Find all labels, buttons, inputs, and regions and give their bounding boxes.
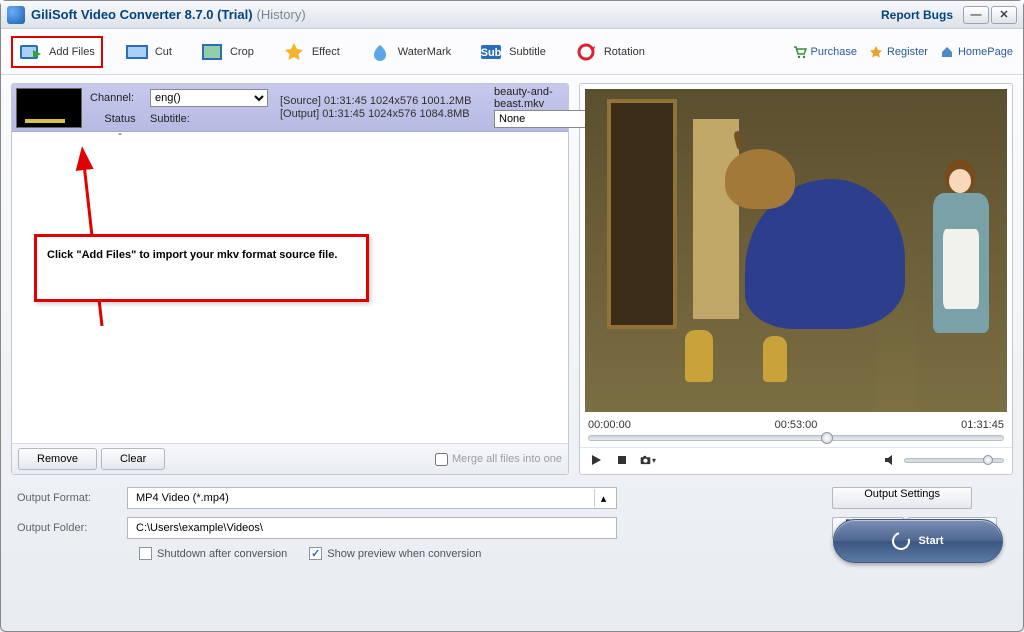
- seek-thumb[interactable]: [821, 432, 833, 444]
- output-folder-input[interactable]: C:\Users\example\Videos\: [127, 517, 617, 539]
- output-format-combo[interactable]: MP4 Video (*.mp4) ▴: [127, 487, 617, 509]
- output-folder-label: Output Folder:: [17, 522, 117, 534]
- time-start: 00:00:00: [588, 419, 631, 431]
- homepage-label: HomePage: [958, 46, 1013, 58]
- snapshot-button[interactable]: ▾: [640, 452, 656, 468]
- preview-checkbox[interactable]: ✓ Show preview when conversion: [309, 547, 481, 560]
- player-controls: ▾: [580, 447, 1012, 474]
- titlebar: GiliSoft Video Converter 8.7.0 (Trial) (…: [1, 1, 1023, 29]
- register-label: Register: [887, 46, 928, 58]
- time-mid: 00:53:00: [775, 419, 818, 431]
- shutdown-label: Shutdown after conversion: [157, 548, 287, 560]
- rotation-icon: [574, 42, 598, 62]
- subtitle-track-label: Subtitle:: [150, 113, 280, 125]
- callout-text: Click "Add Files" to import your mkv for…: [47, 249, 337, 261]
- effect-icon: [282, 42, 306, 62]
- stop-button[interactable]: [614, 452, 630, 468]
- add-files-label: Add Files: [49, 46, 95, 58]
- cut-label: Cut: [155, 46, 172, 58]
- merge-label: Merge all files into one: [452, 453, 562, 465]
- video-preview[interactable]: [585, 89, 1007, 412]
- timeline-labels: 00:00:00 00:53:00 01:31:45: [580, 417, 1012, 433]
- main-toolbar: Add Files Cut Crop Effect WaterMark Sub …: [1, 29, 1023, 75]
- preview-label: Show preview when conversion: [327, 548, 481, 560]
- source-detail: [Source] 01:31:45 1024x576 1001.2MB: [280, 95, 494, 107]
- file-list-bottombar: Remove Clear Merge all files into one: [12, 443, 568, 474]
- purchase-link[interactable]: Purchase: [793, 45, 857, 59]
- effect-label: Effect: [312, 46, 340, 58]
- merge-checkbox-input[interactable]: [435, 453, 448, 466]
- clear-button[interactable]: Clear: [101, 448, 165, 470]
- app-logo-icon: [7, 6, 25, 24]
- rotation-label: Rotation: [604, 46, 645, 58]
- preview-panel: 00:00:00 00:53:00 01:31:45 ▾: [579, 83, 1013, 475]
- chevron-up-icon[interactable]: ▴: [594, 489, 612, 507]
- channel-label: Channel:: [90, 92, 150, 104]
- mute-button[interactable]: [882, 452, 898, 468]
- video-thumbnail: [16, 88, 82, 128]
- output-detail: [Output] 01:31:45 1024x576 1084.8MB: [280, 108, 494, 120]
- file-row[interactable]: Channel: eng() beauty-and-beast.mkv Stat…: [12, 84, 568, 132]
- watermark-label: WaterMark: [398, 46, 451, 58]
- crop-button[interactable]: Crop: [194, 38, 260, 66]
- homepage-link[interactable]: HomePage: [940, 45, 1013, 59]
- subtitle-icon: Sub: [479, 42, 503, 62]
- merge-checkbox[interactable]: Merge all files into one: [435, 453, 562, 466]
- register-link[interactable]: Register: [869, 45, 928, 59]
- shutdown-checkbox[interactable]: Shutdown after conversion: [139, 547, 287, 560]
- output-folder-value: C:\Users\example\Videos\: [136, 522, 263, 534]
- volume-thumb[interactable]: [983, 455, 993, 465]
- minimize-button[interactable]: —: [963, 6, 989, 24]
- subtitle-button[interactable]: Sub Subtitle: [473, 38, 552, 66]
- preview-frame-icon: [585, 89, 1007, 412]
- crop-icon: [200, 42, 224, 62]
- time-end: 01:31:45: [961, 419, 1004, 431]
- instruction-callout: Click "Add Files" to import your mkv for…: [34, 234, 369, 302]
- watermark-button[interactable]: WaterMark: [362, 38, 457, 66]
- start-label: Start: [918, 535, 943, 547]
- close-button[interactable]: ✕: [991, 6, 1017, 24]
- file-name: beauty-and-beast.mkv: [494, 86, 564, 110]
- add-files-icon: [19, 42, 43, 62]
- subtitle-label: Subtitle: [509, 46, 546, 58]
- history-link[interactable]: (History): [257, 7, 306, 22]
- seek-bar[interactable]: [580, 433, 1012, 447]
- report-bugs-link[interactable]: Report Bugs: [881, 8, 953, 22]
- refresh-icon: [889, 529, 914, 554]
- start-button[interactable]: Start: [833, 519, 1003, 563]
- remove-button[interactable]: Remove: [18, 448, 97, 470]
- cut-button[interactable]: Cut: [119, 38, 178, 66]
- home-icon: [940, 45, 954, 59]
- play-button[interactable]: [588, 452, 604, 468]
- channel-select[interactable]: eng(): [150, 89, 268, 107]
- purchase-label: Purchase: [811, 46, 857, 58]
- cart-icon: [793, 45, 807, 59]
- watermark-icon: [368, 42, 392, 62]
- svg-text:Sub: Sub: [481, 47, 502, 59]
- filmstrip-icon: [125, 42, 149, 62]
- volume-slider[interactable]: [904, 458, 1004, 463]
- status-header: Status: [90, 113, 150, 125]
- app-title: GiliSoft Video Converter 8.7.0 (Trial): [31, 7, 253, 22]
- checkbox-checked-icon: ✓: [309, 547, 322, 560]
- rotation-button[interactable]: Rotation: [568, 38, 651, 66]
- output-settings-button[interactable]: Output Settings: [832, 487, 972, 509]
- add-files-button[interactable]: Add Files: [11, 36, 103, 68]
- output-format-value: MP4 Video (*.mp4): [136, 492, 229, 504]
- checkbox-unchecked-icon: [139, 547, 152, 560]
- crop-label: Crop: [230, 46, 254, 58]
- effect-button[interactable]: Effect: [276, 38, 346, 66]
- star-icon: [869, 45, 883, 59]
- output-format-label: Output Format:: [17, 492, 117, 504]
- file-list-panel: Channel: eng() beauty-and-beast.mkv Stat…: [11, 83, 569, 475]
